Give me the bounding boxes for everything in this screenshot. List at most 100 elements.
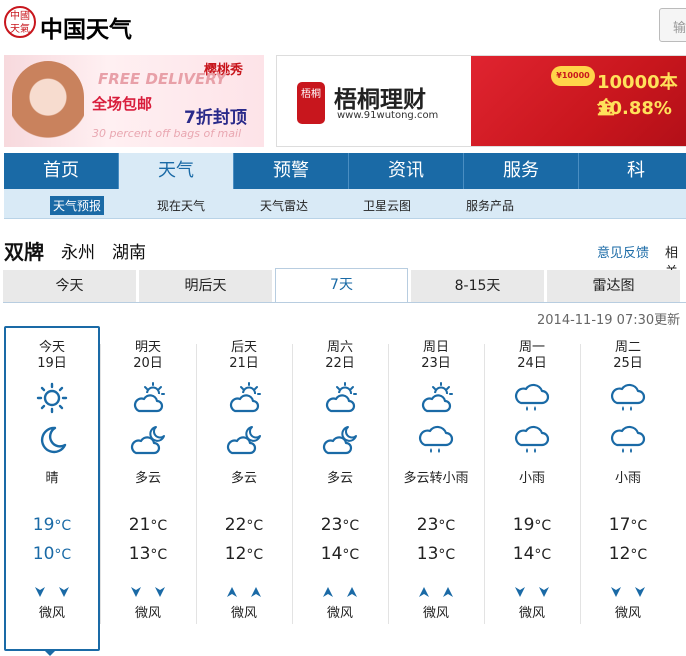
temp-unit: °C <box>342 518 360 534</box>
day-name: 周二 <box>614 340 641 355</box>
day-date: 25日 <box>613 356 643 371</box>
temp-high: 23°C <box>292 515 388 535</box>
wind-direction-icon <box>227 587 261 597</box>
day-column[interactable]: 周二 25日 小雨 17°C 12°C 微风 <box>580 340 676 630</box>
moon-icon <box>40 426 67 454</box>
ad-promo-2: 10.88% <box>597 98 672 119</box>
temp-unit: °C <box>534 518 552 534</box>
ad-promo-panel: ¥10000 10000本金 10.88% <box>471 56 686 146</box>
wind-level: 微风 <box>38 606 65 621</box>
day-column[interactable]: 周日 23日 多云转小雨 23°C 13°C 微风 <box>388 340 484 630</box>
temp-high-value: 23 <box>416 515 439 535</box>
ad-model-image <box>12 61 84 147</box>
temp-unit: °C <box>54 547 72 563</box>
temp-low-value: 13 <box>416 544 439 564</box>
wind-level: 微风 <box>326 606 353 621</box>
sub-nav: 天气预报 现在天气 天气雷达 卫星云图 服务产品 <box>4 189 686 219</box>
day-column[interactable]: 周一 24日 小雨 19°C 14°C 微风 <box>484 340 580 630</box>
day-date: 22日 <box>325 356 355 371</box>
nav-home[interactable]: 首页 <box>4 153 119 189</box>
temp-unit: °C <box>246 547 264 563</box>
weather-desc: 多云转小雨 <box>403 471 469 486</box>
nav-news[interactable]: 资讯 <box>349 153 464 189</box>
weather-desc: 小雨 <box>518 471 545 486</box>
wind-level: 微风 <box>134 606 161 621</box>
temp-high: 22°C <box>196 515 292 535</box>
nav-science[interactable]: 科 <box>579 153 686 189</box>
day-name: 后天 <box>230 340 257 355</box>
search-input[interactable]: 输 <box>659 8 686 42</box>
sun-icon <box>36 382 68 414</box>
weather-desc: 晴 <box>45 471 59 486</box>
tab-7days[interactable]: 7天 <box>275 268 408 303</box>
temp-high-value: 23 <box>320 515 343 535</box>
ad-banner-right[interactable]: 梧桐 梧桐理财 www.91wutong.com ¥10000 10000本金 … <box>276 55 686 147</box>
nav-warning[interactable]: 预警 <box>234 153 349 189</box>
city-name: 双牌 <box>4 240 44 264</box>
tab-today[interactable]: 今天 <box>3 270 136 302</box>
tab-tomorrow[interactable]: 明后天 <box>139 270 272 302</box>
forecast-tabs: 今天 明后天 7天 8-15天 雷达图 <box>3 268 686 303</box>
day-column[interactable]: 今天 19日晴 19°C 10°C 微风 <box>4 340 100 630</box>
temp-low: 14°C <box>484 544 580 564</box>
rain-cloud-icon <box>514 383 550 413</box>
moon-cloud-icon <box>226 425 262 455</box>
temp-high: 17°C <box>580 515 676 535</box>
nav-service[interactable]: 服务 <box>464 153 579 189</box>
temp-unit: °C <box>630 547 648 563</box>
day-name: 周六 <box>326 340 353 355</box>
ad-banner-left[interactable]: 樱桃秀 FREE DELIVERY 全场包邮 7折封顶 30 percent o… <box>4 55 264 147</box>
temp-unit: °C <box>150 547 168 563</box>
day-name: 今天 <box>38 340 65 355</box>
temp-high-value: 17 <box>608 515 631 535</box>
temp-low: 12°C <box>580 544 676 564</box>
logo-icon[interactable]: 中國天氣 <box>4 6 36 38</box>
sun-cloud-icon <box>325 382 358 413</box>
subnav-forecast[interactable]: 天气预报 <box>50 196 105 215</box>
wind-direction-icon <box>419 587 453 597</box>
prefecture-link[interactable]: 永州 <box>61 238 95 263</box>
day-column[interactable]: 明天 20日 多云 21°C 13°C 微风 <box>100 340 196 630</box>
feedback-link[interactable]: 意见反馈 <box>597 242 649 261</box>
wutong-logo-icon: 梧桐 <box>297 82 325 124</box>
rain-cloud-icon <box>418 425 454 455</box>
temp-low: 14°C <box>292 544 388 564</box>
tab-8-15days[interactable]: 8-15天 <box>411 270 544 302</box>
subnav-satellite[interactable]: 卫星云图 <box>360 196 414 215</box>
wind-direction-icon <box>131 587 165 597</box>
day-name: 周一 <box>518 340 545 355</box>
nav-weather[interactable]: 天气 <box>119 153 234 189</box>
site-title[interactable]: 中国天气 <box>40 10 132 44</box>
moon-cloud-icon <box>322 425 358 455</box>
ad-main-text: 全场包邮 <box>92 95 153 113</box>
wind-level: 微风 <box>422 606 449 621</box>
temp-high-value: 19 <box>512 515 535 535</box>
subnav-radar[interactable]: 天气雷达 <box>257 196 311 215</box>
wind-level: 微风 <box>230 606 257 621</box>
day-column[interactable]: 周六 22日 多云 23°C 14°C 微风 <box>292 340 388 630</box>
temp-unit: °C <box>630 518 648 534</box>
tab-divider <box>3 302 686 303</box>
temp-unit: °C <box>246 518 264 534</box>
day-date: 21日 <box>229 356 259 371</box>
subnav-products[interactable]: 服务产品 <box>463 196 517 215</box>
ad-wutong-name: 梧桐理财 <box>334 87 426 113</box>
rain-cloud-icon <box>514 425 550 455</box>
selected-day-pointer-icon <box>43 649 57 656</box>
wind-level: 微风 <box>518 606 545 621</box>
moon-cloud-icon <box>130 425 166 455</box>
temp-low-value: 13 <box>128 544 151 564</box>
subnav-current[interactable]: 现在天气 <box>154 196 208 215</box>
temp-high-value: 21 <box>128 515 151 535</box>
ad-free-text: FREE DELIVERY <box>98 70 227 88</box>
temp-low: 13°C <box>100 544 196 564</box>
ad-sub-text: 30 percent off bags of mail <box>92 127 242 140</box>
province-link[interactable]: 湖南 <box>112 238 146 263</box>
day-column[interactable]: 后天 21日 多云 22°C 12°C 微风 <box>196 340 292 630</box>
temp-high-value: 19 <box>32 515 55 535</box>
temp-unit: °C <box>150 518 168 534</box>
wind-direction-icon <box>35 587 69 597</box>
temp-high: 23°C <box>388 515 484 535</box>
tab-radar[interactable]: 雷达图 <box>547 270 680 302</box>
temp-low-value: 14 <box>320 544 343 564</box>
